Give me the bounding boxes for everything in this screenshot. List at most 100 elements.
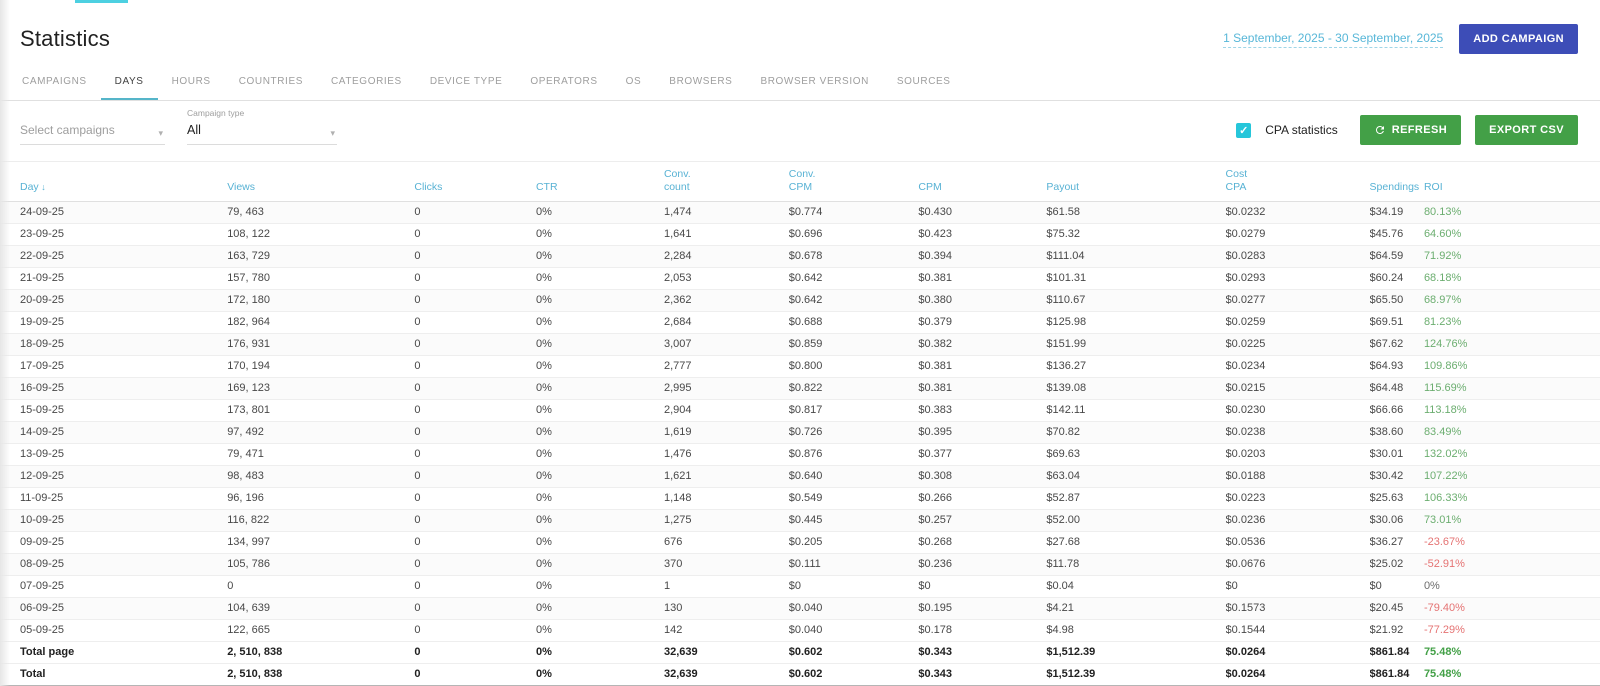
table-row: 08-09-25105, 78600%370$0.111$0.236$11.78… [0, 554, 1600, 576]
cell-spendings: $25.63 [1370, 488, 1424, 510]
cell-payout: $0.04 [1046, 576, 1225, 598]
cell-clicks: 0 [414, 334, 536, 356]
table-row: 24-09-2579, 46300%1,474$0.774$0.430$61.5… [0, 202, 1600, 224]
sort-descending-icon: ↓ [39, 182, 46, 192]
cell-ctr: 0% [536, 334, 664, 356]
statistics-page: Statistics 1 September, 2025 - 30 Septem… [0, 0, 1600, 686]
cell-clicks: 0 [414, 576, 536, 598]
column-header-roi[interactable]: ROI [1424, 162, 1600, 202]
column-header-ctr[interactable]: CTR [536, 162, 664, 202]
refresh-button[interactable]: REFRESH [1360, 115, 1461, 145]
table-row: 11-09-2596, 19600%1,148$0.549$0.266$52.8… [0, 488, 1600, 510]
table-header-row: Day ↓ViewsClicksCTRConv. countConv. CPMC… [0, 162, 1600, 202]
table-row: 09-09-25134, 99700%676$0.205$0.268$27.68… [0, 532, 1600, 554]
tab-hours[interactable]: HOURS [158, 64, 225, 100]
cell-roi: 113.18% [1424, 400, 1600, 422]
cell-conv_cpm: $0.876 [789, 444, 919, 466]
cell-cost_cpa: $0.1544 [1226, 620, 1370, 642]
cell-conv_cpm: $0.111 [789, 554, 919, 576]
cell-payout: $75.32 [1046, 224, 1225, 246]
cell-payout: $70.82 [1046, 422, 1225, 444]
cell-roi: 75.48% [1424, 664, 1600, 686]
cell-cpm: $0.430 [918, 202, 1046, 224]
column-header-views[interactable]: Views [227, 162, 414, 202]
table-row: 19-09-25182, 96400%2,684$0.688$0.379$125… [0, 312, 1600, 334]
cell-clicks: 0 [414, 620, 536, 642]
campaign-type-dropdown[interactable]: Campaign type All ▾ [187, 118, 337, 145]
cell-spendings: $0 [1370, 576, 1424, 598]
cell-day: 23-09-25 [0, 224, 227, 246]
export-csv-button[interactable]: EXPORT CSV [1475, 115, 1578, 145]
cell-ctr: 0% [536, 576, 664, 598]
tab-browser-version[interactable]: BROWSER VERSION [746, 64, 882, 100]
refresh-button-label: REFRESH [1392, 124, 1447, 136]
tab-categories[interactable]: CATEGORIES [317, 64, 416, 100]
column-header-cpm[interactable]: CPM [918, 162, 1046, 202]
chevron-down-icon: ▾ [158, 128, 163, 139]
cell-conv_cpm: $0.602 [789, 642, 919, 664]
cell-roi: 81.23% [1424, 312, 1600, 334]
tab-os[interactable]: OS [612, 64, 656, 100]
column-header-conv_count[interactable]: Conv. count [664, 162, 789, 202]
tab-browsers[interactable]: BROWSERS [655, 64, 746, 100]
date-range-picker[interactable]: 1 September, 2025 - 30 September, 2025 [1223, 31, 1443, 48]
tab-countries[interactable]: COUNTRIES [225, 64, 317, 100]
tab-campaigns[interactable]: CAMPAIGNS [8, 64, 101, 100]
cell-roi: 106.33% [1424, 488, 1600, 510]
cell-clicks: 0 [414, 224, 536, 246]
cell-cost_cpa: $0.0277 [1226, 290, 1370, 312]
cell-spendings: $21.92 [1370, 620, 1424, 642]
cpa-statistics-checkbox[interactable]: ✓ [1236, 123, 1251, 138]
column-header-payout[interactable]: Payout [1046, 162, 1225, 202]
cell-day: 16-09-25 [0, 378, 227, 400]
cell-spendings: $30.42 [1370, 466, 1424, 488]
cell-ctr: 0% [536, 598, 664, 620]
cell-conv_cpm: $0.726 [789, 422, 919, 444]
cell-roi: 68.18% [1424, 268, 1600, 290]
cell-cost_cpa: $0.0232 [1226, 202, 1370, 224]
cell-clicks: 0 [414, 422, 536, 444]
table-row: 14-09-2597, 49200%1,619$0.726$0.395$70.8… [0, 422, 1600, 444]
cell-conv_count: 1 [664, 576, 789, 598]
cell-conv_count: 1,275 [664, 510, 789, 532]
top-accent-bar [75, 0, 128, 3]
column-header-conv_cpm[interactable]: Conv. CPM [789, 162, 919, 202]
filter-bar: Select campaigns ▾ Campaign type All ▾ ✓… [0, 101, 1600, 161]
tab-sources[interactable]: SOURCES [883, 64, 965, 100]
add-campaign-button[interactable]: ADD CAMPAIGN [1459, 24, 1578, 54]
column-header-cost_cpa[interactable]: Cost CPA [1226, 162, 1370, 202]
cell-roi: 73.01% [1424, 510, 1600, 532]
table-row: 17-09-25170, 19400%2,777$0.800$0.381$136… [0, 356, 1600, 378]
column-header-day[interactable]: Day ↓ [0, 162, 227, 202]
cell-payout: $52.00 [1046, 510, 1225, 532]
cell-cpm: $0 [918, 576, 1046, 598]
cell-clicks: 0 [414, 554, 536, 576]
cell-conv_count: 2,284 [664, 246, 789, 268]
cell-conv_cpm: $0.445 [789, 510, 919, 532]
cell-conv_cpm: $0.642 [789, 290, 919, 312]
tab-days[interactable]: DAYS [101, 64, 158, 100]
select-campaigns-dropdown[interactable]: Select campaigns ▾ [20, 118, 165, 145]
cell-cpm: $0.268 [918, 532, 1046, 554]
cell-ctr: 0% [536, 510, 664, 532]
cell-cost_cpa: $0.0264 [1226, 642, 1370, 664]
table-row: 10-09-25116, 82200%1,275$0.445$0.257$52.… [0, 510, 1600, 532]
cell-cost_cpa: $0.0188 [1226, 466, 1370, 488]
cell-day: 21-09-25 [0, 268, 227, 290]
column-header-clicks[interactable]: Clicks [414, 162, 536, 202]
column-header-spendings[interactable]: Spendings [1370, 162, 1424, 202]
cell-spendings: $30.01 [1370, 444, 1424, 466]
cell-ctr: 0% [536, 246, 664, 268]
cell-conv_cpm: $0.859 [789, 334, 919, 356]
cell-conv_count: 1,474 [664, 202, 789, 224]
tab-device-type[interactable]: DEVICE TYPE [416, 64, 517, 100]
cell-clicks: 0 [414, 312, 536, 334]
cell-ctr: 0% [536, 378, 664, 400]
cell-roi: 124.76% [1424, 334, 1600, 356]
cell-day: 13-09-25 [0, 444, 227, 466]
table-row: 18-09-25176, 93100%3,007$0.859$0.382$151… [0, 334, 1600, 356]
tab-operators[interactable]: OPERATORS [516, 64, 611, 100]
cell-views: 2, 510, 838 [227, 642, 414, 664]
cell-views: 169, 123 [227, 378, 414, 400]
cell-views: 98, 483 [227, 466, 414, 488]
